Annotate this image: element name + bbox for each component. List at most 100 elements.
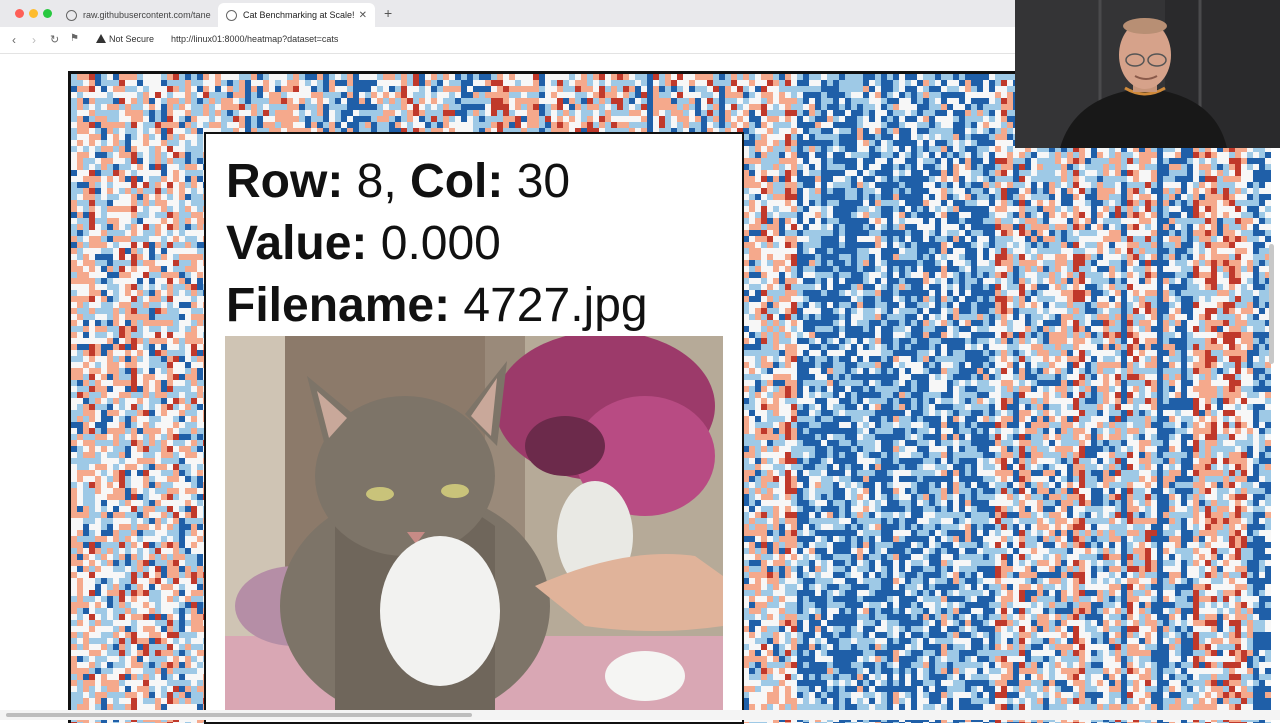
heatmap-cell[interactable] — [863, 86, 869, 92]
heatmap-cell[interactable] — [737, 98, 743, 104]
heatmap-cell[interactable] — [647, 104, 653, 110]
heatmap-cell[interactable] — [149, 128, 155, 134]
heatmap-cell[interactable] — [779, 98, 785, 104]
heatmap-cell[interactable] — [1079, 170, 1085, 176]
heatmap-cell[interactable] — [575, 80, 581, 86]
heatmap-cell[interactable] — [185, 140, 191, 146]
heatmap-cell[interactable] — [203, 122, 209, 128]
heatmap-cell[interactable] — [983, 104, 989, 110]
heatmap-cell[interactable] — [665, 122, 671, 128]
heatmap-cell[interactable] — [851, 116, 857, 122]
heatmap-cell[interactable] — [149, 182, 155, 188]
heatmap-cell[interactable] — [425, 80, 431, 86]
heatmap-cell[interactable] — [635, 80, 641, 86]
heatmap-cell[interactable] — [749, 146, 755, 152]
heatmap-cell[interactable] — [353, 104, 359, 110]
heatmap-cell[interactable] — [941, 170, 947, 176]
heatmap-cell[interactable] — [947, 206, 953, 212]
heatmap-cell[interactable] — [1085, 158, 1091, 164]
heatmap-cell[interactable] — [347, 116, 353, 122]
heatmap-cell[interactable] — [311, 110, 317, 116]
heatmap-cell[interactable] — [197, 182, 203, 188]
heatmap-cell[interactable] — [749, 110, 755, 116]
heatmap-cell[interactable] — [1001, 74, 1007, 80]
heatmap-cell[interactable] — [947, 134, 953, 140]
heatmap-cell[interactable] — [173, 98, 179, 104]
heatmap-cell[interactable] — [689, 86, 695, 92]
heatmap-cell[interactable] — [119, 152, 125, 158]
heatmap-cell[interactable] — [119, 182, 125, 188]
heatmap-cell[interactable] — [1163, 158, 1169, 164]
heatmap-cell[interactable] — [101, 188, 107, 194]
heatmap-cell[interactable] — [533, 110, 539, 116]
heatmap-cell[interactable] — [665, 98, 671, 104]
heatmap-cell[interactable] — [581, 98, 587, 104]
heatmap-cell[interactable] — [833, 116, 839, 122]
heatmap-cell[interactable] — [599, 98, 605, 104]
heatmap-cell[interactable] — [383, 104, 389, 110]
heatmap-cell[interactable] — [119, 194, 125, 200]
heatmap-cell[interactable] — [431, 86, 437, 92]
heatmap-cell[interactable] — [101, 74, 107, 80]
heatmap-cell[interactable] — [1019, 212, 1025, 218]
heatmap-cell[interactable] — [641, 116, 647, 122]
heatmap-cell[interactable] — [113, 170, 119, 176]
heatmap-cell[interactable] — [395, 86, 401, 92]
heatmap-cell[interactable] — [875, 164, 881, 170]
heatmap-cell[interactable] — [623, 116, 629, 122]
heatmap-cell[interactable] — [119, 92, 125, 98]
heatmap-cell[interactable] — [1187, 152, 1193, 158]
heatmap-cell[interactable] — [629, 74, 635, 80]
heatmap-cell[interactable] — [179, 188, 185, 194]
heatmap-cell[interactable] — [485, 116, 491, 122]
heatmap-cell[interactable] — [131, 122, 137, 128]
heatmap-cell[interactable] — [911, 110, 917, 116]
heatmap-cell[interactable] — [1241, 164, 1247, 170]
heatmap-cell[interactable] — [449, 110, 455, 116]
heatmap-cell[interactable] — [215, 98, 221, 104]
heatmap-cell[interactable] — [101, 152, 107, 158]
heatmap-cell[interactable] — [755, 158, 761, 164]
heatmap-cell[interactable] — [515, 122, 521, 128]
heatmap-cell[interactable] — [827, 86, 833, 92]
heatmap-cell[interactable] — [191, 98, 197, 104]
heatmap-cell[interactable] — [821, 152, 827, 158]
heatmap-cell[interactable] — [905, 134, 911, 140]
heatmap-cell[interactable] — [137, 200, 143, 206]
heatmap-cell[interactable] — [971, 122, 977, 128]
heatmap-cell[interactable] — [839, 182, 845, 188]
heatmap-cell[interactable] — [773, 176, 779, 182]
heatmap-cell[interactable] — [167, 170, 173, 176]
heatmap-cell[interactable] — [863, 200, 869, 206]
heatmap-cell[interactable] — [671, 86, 677, 92]
heatmap-cell[interactable] — [893, 104, 899, 110]
heatmap-cell[interactable] — [749, 170, 755, 176]
heatmap-cell[interactable] — [1001, 80, 1007, 86]
heatmap-cell[interactable] — [995, 110, 1001, 116]
heatmap-cell[interactable] — [1025, 200, 1031, 206]
heatmap-cell[interactable] — [173, 74, 179, 80]
heatmap-cell[interactable] — [1037, 206, 1043, 212]
heatmap-cell[interactable] — [863, 146, 869, 152]
heatmap-cell[interactable] — [83, 152, 89, 158]
heatmap-cell[interactable] — [731, 86, 737, 92]
heatmap-cell[interactable] — [695, 80, 701, 86]
heatmap-cell[interactable] — [1031, 200, 1037, 206]
heatmap-cell[interactable] — [947, 158, 953, 164]
heatmap-cell[interactable] — [119, 140, 125, 146]
heatmap-cell[interactable] — [1145, 176, 1151, 182]
heatmap-cell[interactable] — [107, 170, 113, 176]
heatmap-cell[interactable] — [935, 218, 941, 224]
heatmap-cell[interactable] — [1247, 188, 1253, 194]
heatmap-cell[interactable] — [1007, 134, 1013, 140]
heatmap-cell[interactable] — [1223, 170, 1229, 176]
heatmap-cell[interactable] — [275, 122, 281, 128]
heatmap-cell[interactable] — [1193, 152, 1199, 158]
heatmap-cell[interactable] — [599, 74, 605, 80]
heatmap-cell[interactable] — [1085, 212, 1091, 218]
heatmap-cell[interactable] — [983, 164, 989, 170]
heatmap-cell[interactable] — [851, 80, 857, 86]
heatmap-cell[interactable] — [773, 98, 779, 104]
heatmap-cell[interactable] — [1193, 176, 1199, 182]
heatmap-cell[interactable] — [215, 122, 221, 128]
